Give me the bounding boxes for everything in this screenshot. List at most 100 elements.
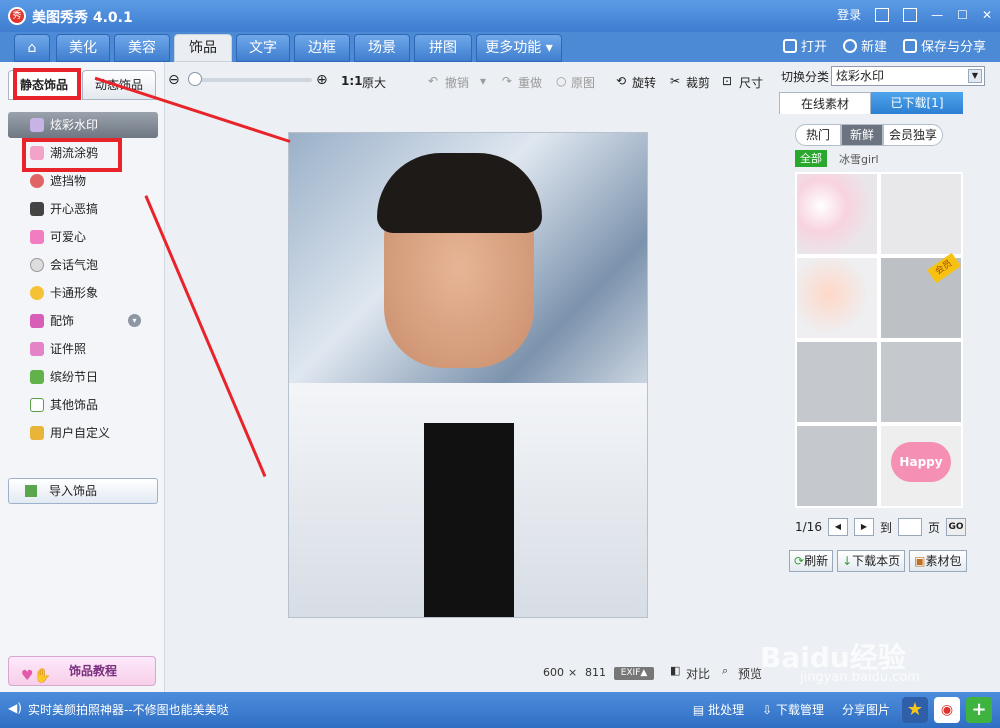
category-label: 遮挡物 xyxy=(50,174,87,188)
save-share-button[interactable]: 保存与分享 xyxy=(902,36,986,55)
filter-new[interactable]: 新鲜 xyxy=(841,124,883,146)
maximize-icon[interactable]: ☐ xyxy=(957,8,968,22)
import-accessory-button[interactable]: 导入饰品 xyxy=(8,478,158,504)
original-button[interactable]: 原图 xyxy=(571,74,595,91)
new-label: 新建 xyxy=(860,40,887,55)
tab-online-material[interactable]: 在线素材 xyxy=(779,92,871,114)
download-manager-button[interactable]: ⇩ 下载管理 xyxy=(762,701,824,718)
category-select[interactable]: 炫彩水印 ▼ xyxy=(831,66,985,86)
category-item[interactable]: 证件照 xyxy=(8,336,158,362)
original-size-button[interactable]: 原大 xyxy=(362,74,386,91)
import-label: 导入饰品 xyxy=(49,484,98,498)
category-item[interactable]: 可爱心 xyxy=(8,224,158,250)
expand-icon[interactable]: ▾ xyxy=(128,314,141,327)
exif-button[interactable]: EXIF▲ xyxy=(614,667,654,680)
material-thumb[interactable] xyxy=(795,172,879,256)
category-item[interactable]: 其他饰品 xyxy=(8,392,158,418)
scissors-icon[interactable]: ✂ xyxy=(670,74,680,88)
category-item[interactable]: 缤纷节日 xyxy=(8,364,158,390)
category-label: 用户自定义 xyxy=(50,426,111,440)
material-thumb[interactable]: 会员 xyxy=(879,252,963,340)
preview-icon[interactable]: ⌕ xyxy=(722,664,728,678)
rotate-icon[interactable]: ⟲ xyxy=(616,74,626,88)
category-item[interactable]: 会话气泡 xyxy=(8,252,158,278)
page-number-input[interactable] xyxy=(897,518,922,536)
redo-icon[interactable]: ↷ xyxy=(502,74,512,88)
close-icon[interactable]: ✕ xyxy=(982,8,992,22)
bow-icon xyxy=(30,314,44,328)
filter-hot[interactable]: 热门 xyxy=(795,124,841,146)
material-thumb[interactable] xyxy=(795,340,879,424)
compare-icon[interactable]: ◧ xyxy=(670,664,680,677)
resize-icon[interactable]: ⊡ xyxy=(722,74,732,88)
material-thumb[interactable] xyxy=(795,256,879,340)
weibo-icon[interactable]: ◉ xyxy=(934,697,960,723)
undo-dropdown-icon[interactable]: ▾ xyxy=(480,74,486,88)
preview-button[interactable]: 预览 xyxy=(738,665,762,682)
tab-beauty[interactable]: 美容 xyxy=(114,34,170,62)
undo-button[interactable]: 撤销 xyxy=(445,74,469,91)
menu-icon[interactable] xyxy=(903,7,918,22)
share-image-button[interactable]: 分享图片 xyxy=(842,701,890,718)
open-button[interactable]: 打开 xyxy=(782,36,827,55)
status-tip[interactable]: 实时美颜拍照神器--不修图也能美美哒 xyxy=(28,701,229,718)
filter-vip[interactable]: 会员独享 xyxy=(883,124,943,146)
image-height: 811 xyxy=(585,666,606,679)
next-page-icon[interactable]: ▶ xyxy=(853,518,874,536)
zoom-slider[interactable] xyxy=(188,78,312,82)
tutorial-label: 饰品教程 xyxy=(69,664,118,678)
photo-canvas[interactable] xyxy=(288,132,648,618)
material-thumb[interactable] xyxy=(795,424,879,508)
new-button[interactable]: 新建 xyxy=(842,36,887,55)
speaker-icon[interactable]: ◀) xyxy=(8,701,22,715)
download-page-button[interactable]: ↓下载本页 xyxy=(837,550,906,572)
redo-button[interactable]: 重做 xyxy=(518,74,542,91)
tab-collage[interactable]: 拼图 xyxy=(414,34,472,62)
happy-sticker: Happy xyxy=(891,442,951,482)
material-package-button[interactable]: ▣素材包 xyxy=(909,550,967,572)
tab-frame[interactable]: 边框 xyxy=(294,34,350,62)
add-icon[interactable]: + xyxy=(966,697,992,723)
subfilter-link[interactable]: 冰雪girl xyxy=(839,151,879,167)
zoom-out-icon[interactable]: ⊖ xyxy=(168,72,180,88)
original-icon[interactable]: ○ xyxy=(556,74,566,88)
filter-all[interactable]: 全部 xyxy=(795,150,827,167)
undo-icon[interactable]: ↶ xyxy=(428,74,438,88)
prev-page-icon[interactable]: ◀ xyxy=(827,518,848,536)
refresh-button[interactable]: ⟳刷新 xyxy=(789,550,834,572)
zoom-in-icon[interactable]: ⊕ xyxy=(316,72,328,88)
download-manager-label: 下载管理 xyxy=(775,703,824,717)
home-icon[interactable]: ⌂ xyxy=(14,34,50,62)
tab-accessories[interactable]: 饰品 xyxy=(174,34,232,62)
category-item[interactable]: 开心恶搞 xyxy=(8,196,158,222)
material-thumb[interactable] xyxy=(879,340,963,424)
tab-downloaded[interactable]: 已下载[1] xyxy=(871,92,963,114)
feedback-icon[interactable] xyxy=(875,7,890,22)
compare-button[interactable]: 对比 xyxy=(686,665,710,682)
minimize-icon[interactable]: — xyxy=(931,8,943,22)
tutorial-button[interactable]: ♥✋ 饰品教程 xyxy=(8,656,156,686)
rotate-button[interactable]: 旋转 xyxy=(632,74,656,91)
tab-more[interactable]: 更多功能 ▾ xyxy=(476,34,562,62)
title-bar: 秀 美图秀秀 4.0.1 登录 — ☐ ✕ xyxy=(0,0,1000,32)
crop-button[interactable]: 裁剪 xyxy=(686,74,710,91)
category-item[interactable]: 配饰 ▾ xyxy=(8,308,158,334)
star-icon xyxy=(30,398,44,412)
category-item[interactable]: 炫彩水印 xyxy=(8,112,158,138)
material-package-label: 素材包 xyxy=(925,554,962,568)
tab-scene[interactable]: 场景 xyxy=(354,34,410,62)
zoom-slider-handle[interactable] xyxy=(188,72,202,86)
star-icon[interactable]: ★ xyxy=(902,697,928,723)
material-thumb[interactable] xyxy=(879,172,963,256)
gift-icon xyxy=(30,370,44,384)
go-button[interactable]: GO xyxy=(945,518,966,536)
category-item[interactable]: 卡通形象 xyxy=(8,280,158,306)
zoom-ratio[interactable]: 1:1 xyxy=(341,74,363,88)
tab-beautify[interactable]: 美化 xyxy=(56,34,110,62)
login-link[interactable]: 登录 xyxy=(837,6,861,23)
batch-button[interactable]: ▤ 批处理 xyxy=(693,701,744,718)
category-item[interactable]: 用户自定义 xyxy=(8,420,158,446)
tab-text[interactable]: 文字 xyxy=(236,34,290,62)
size-button[interactable]: 尺寸 xyxy=(739,74,763,91)
material-thumb[interactable]: Happy xyxy=(879,424,963,508)
